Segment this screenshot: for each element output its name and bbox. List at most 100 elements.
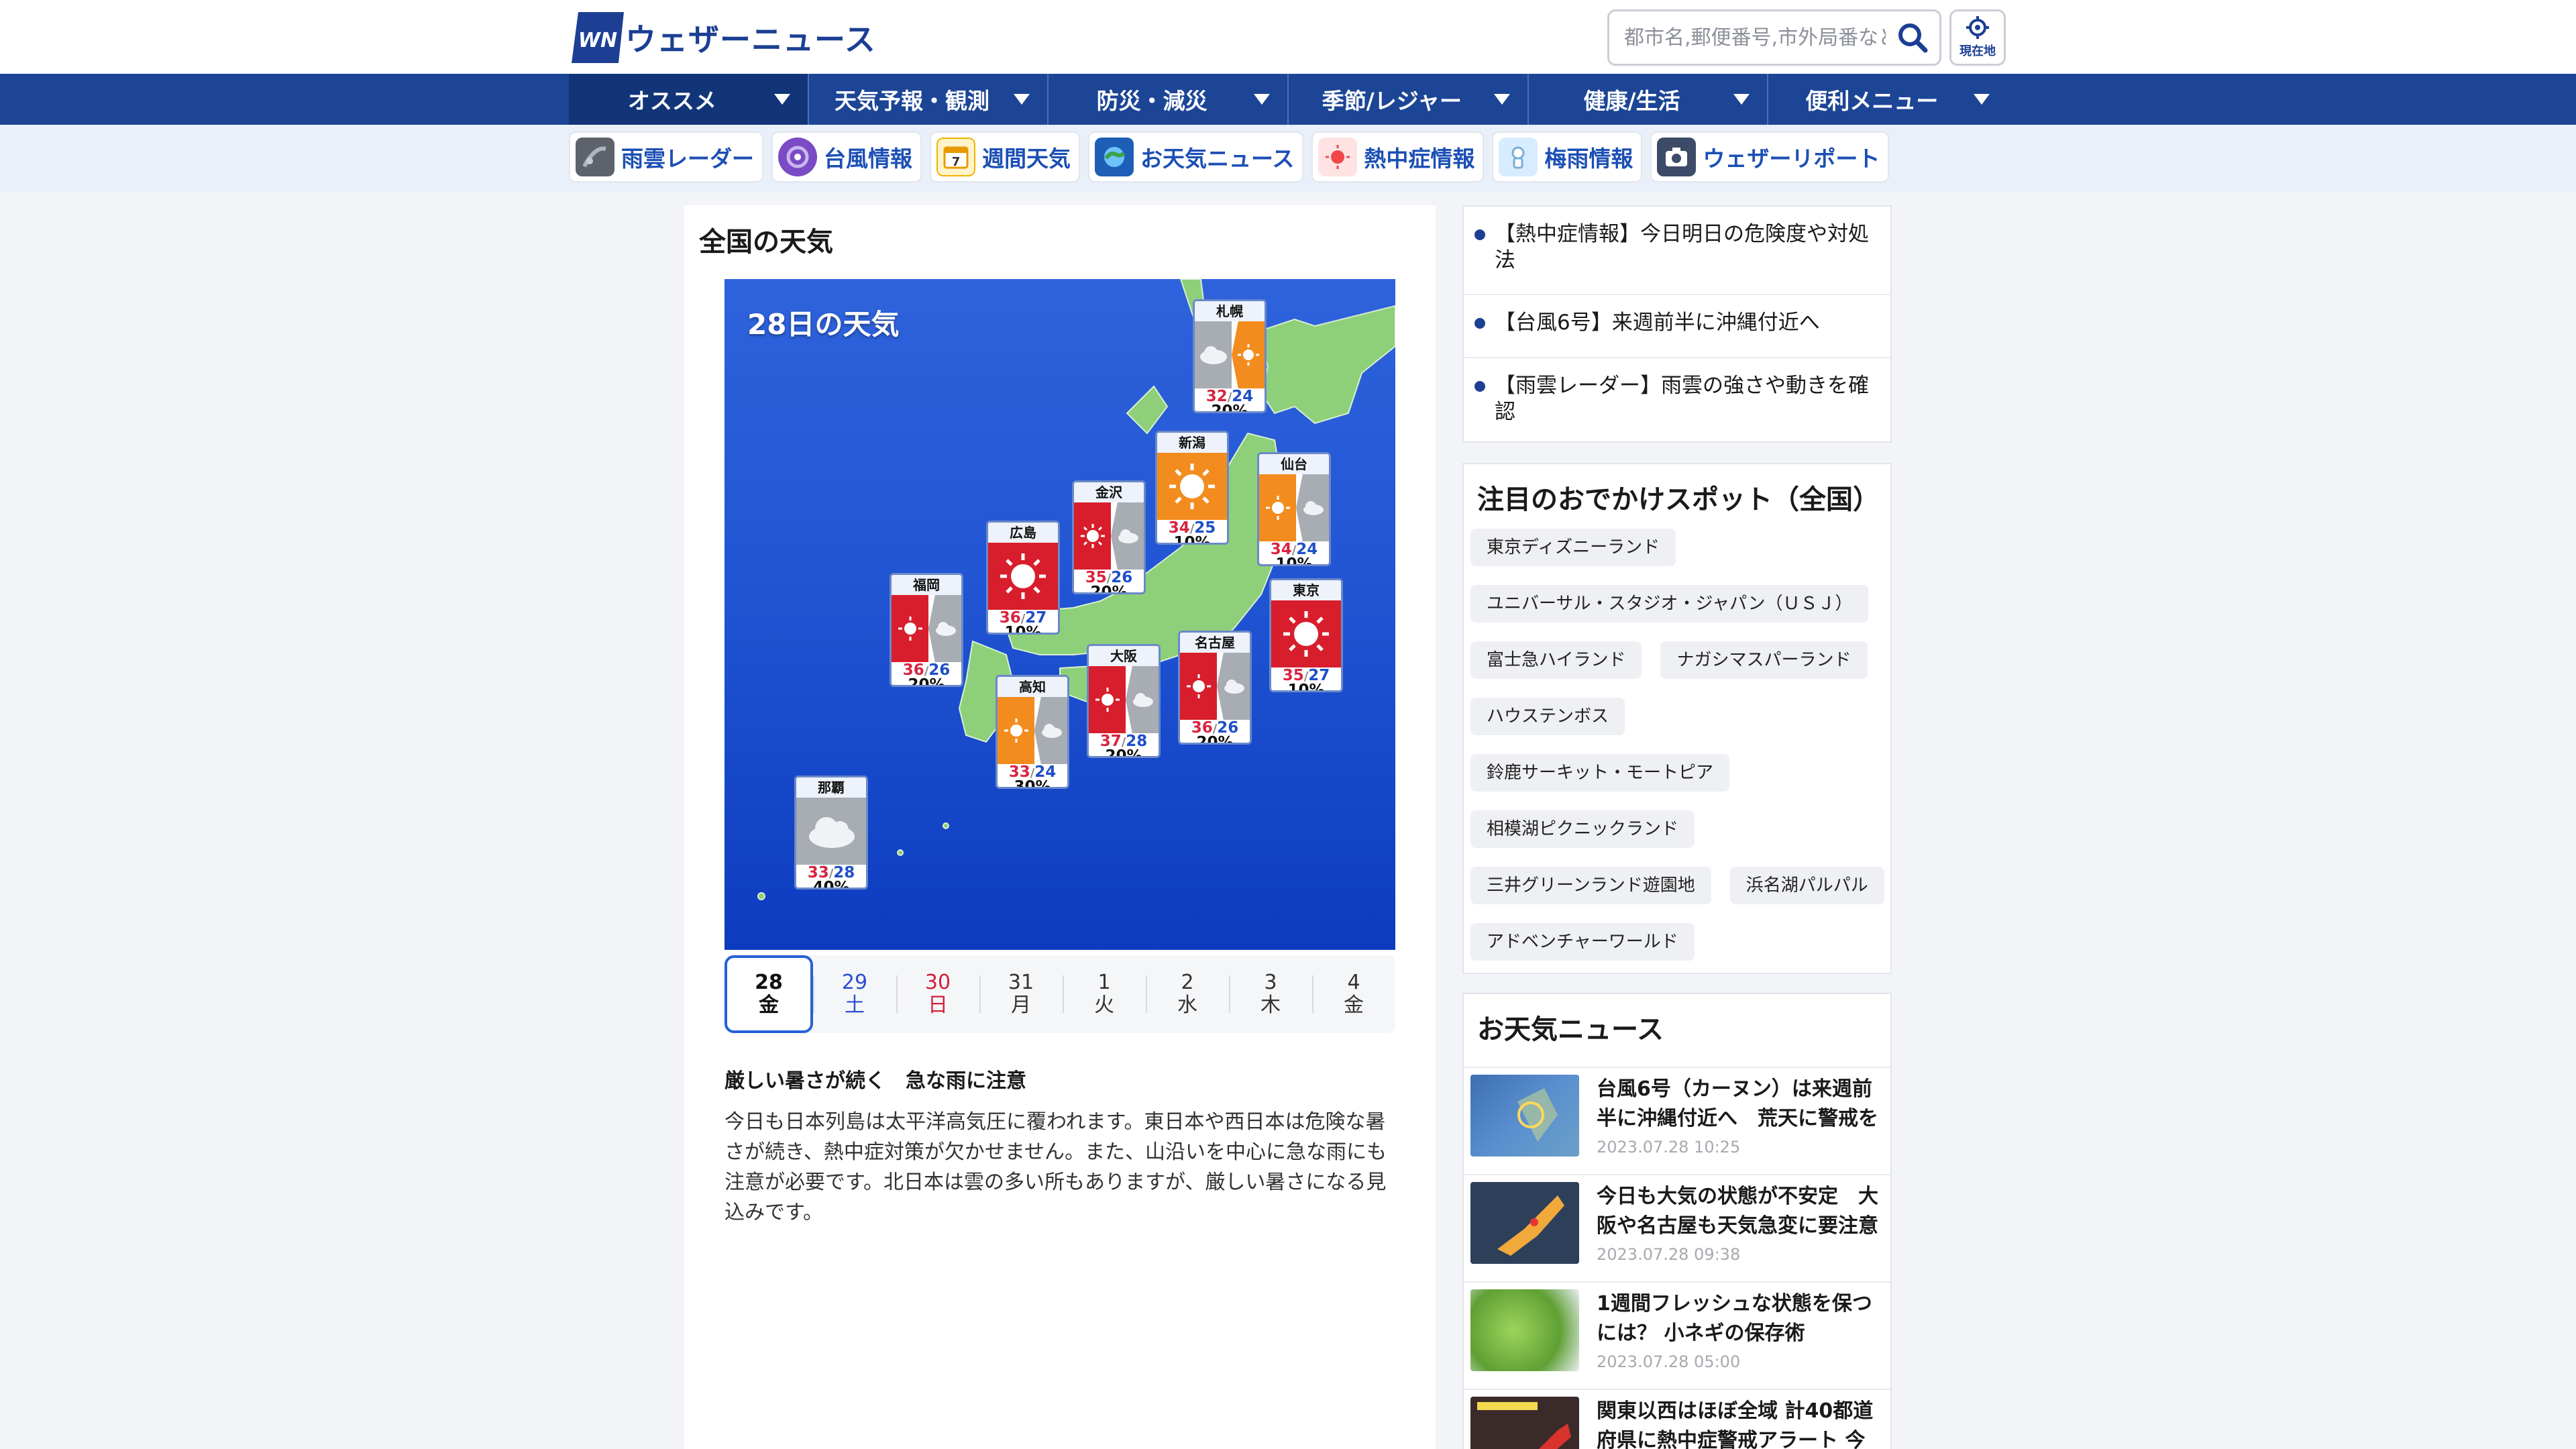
rainy-season-icon	[1499, 138, 1538, 176]
shortcut-rain-radar[interactable]: 雨雲レーダー	[569, 131, 763, 182]
news-item[interactable]: 関東以西はほぼ全域 計40都道府県に熱中症警戒アラート 今年	[1464, 1389, 1890, 1449]
nav-disaster[interactable]: 防災・減災	[1047, 74, 1287, 125]
city-panel-sendai[interactable]: 仙台 34/24 10%	[1257, 452, 1331, 566]
nav-label: 天気予報・観測	[835, 88, 989, 114]
shortcut-weather-news[interactable]: お天気ニュース	[1088, 131, 1304, 182]
city-panel-fukuoka[interactable]: 福岡 36/26 20%	[890, 573, 963, 687]
precip-probability: 20%	[1211, 402, 1248, 413]
topic-text: 【台風6号】来週前半に沖縄付近へ	[1495, 311, 1820, 335]
japan-weather-map[interactable]: 28日の天気 札幌 32/24 20% 新潟 34/25 10% 仙台 34/2…	[724, 279, 1395, 950]
rain-radar-icon	[576, 138, 614, 176]
nav-season-leisure[interactable]: 季節/レジャー	[1287, 74, 1527, 125]
city-panel-sapporo[interactable]: 札幌 32/24 20%	[1193, 299, 1267, 413]
date-tab[interactable]: 30 日	[896, 955, 979, 1033]
forecast-headline: 厳しい暑さが続く 急な雨に注意	[724, 1069, 1026, 1093]
spot-chip[interactable]: 相模湖ピクニックランド	[1470, 810, 1695, 848]
nav-forecast[interactable]: 天気予報・観測	[807, 74, 1048, 125]
hot-then-cloudy-icon	[1074, 502, 1144, 570]
spot-chip[interactable]: ユニバーサル・スタジオ・ジャパン（ＵＳＪ）	[1470, 585, 1869, 623]
search-button[interactable]	[1886, 11, 1939, 64]
news-headline: 関東以西はほぼ全域 計40都道府県に熱中症警戒アラート 今年	[1597, 1399, 1874, 1449]
site-header: WN ウェザーニュース 現在地	[0, 0, 2576, 74]
date-tab[interactable]: 29 土	[813, 955, 896, 1033]
date-tab[interactable]: 4金	[1312, 955, 1395, 1033]
spot-chip[interactable]: ハウステンボス	[1470, 698, 1625, 735]
spot-chip[interactable]: 富士急ハイランド	[1470, 641, 1642, 679]
date-tab[interactable]: 28 金	[724, 955, 813, 1033]
news-thumbnail-green-onion	[1470, 1289, 1579, 1371]
nav-label: 便利メニュー	[1805, 88, 1939, 114]
spot-chip[interactable]: 三井グリーンランド遊園地	[1470, 867, 1711, 904]
spot-chip[interactable]: 浜名湖パルパル	[1729, 867, 1884, 904]
city-panel-tokyo[interactable]: 東京 35/27 10%	[1269, 578, 1343, 692]
caret-down-icon	[1733, 94, 1750, 105]
city-panel-osaka[interactable]: 大阪 37/28 20%	[1087, 644, 1161, 758]
shortcut-label: 台風情報	[824, 146, 912, 172]
date-number: 31	[1008, 971, 1034, 994]
city-name: 広島	[988, 523, 1058, 543]
nav-useful-menu[interactable]: 便利メニュー	[1767, 74, 2007, 125]
spot-chip[interactable]: アドベンチャーワールド	[1470, 923, 1695, 961]
topic-link[interactable]: 【雨雲レーダー】雨雲の強さや動きを確認	[1464, 358, 1890, 444]
shortcut-weather-report[interactable]: ウェザーリポート	[1650, 131, 1890, 182]
svg-text:WN: WN	[578, 29, 617, 52]
weekday: 火	[1094, 994, 1114, 1017]
precip-probability: 20%	[1196, 734, 1234, 745]
main-nav: オススメ 天気予報・観測 防災・減災 季節/レジャー 健康/生活 便利メニュー	[0, 74, 2576, 125]
city-panel-naha[interactable]: 那覇 33/28 40%	[794, 775, 868, 890]
precip-probability: 10%	[1287, 682, 1325, 692]
search-box	[1607, 9, 1941, 66]
current-location-button[interactable]: 現在地	[1949, 9, 2006, 66]
city-panel-niigata[interactable]: 新潟 34/25 10%	[1155, 431, 1229, 545]
city-panel-kochi[interactable]: 高知 33/24 30%	[996, 675, 1069, 789]
precip-probability: 20%	[1105, 747, 1142, 758]
date-tab[interactable]: 1火	[1063, 955, 1146, 1033]
wni-logo-icon: WN	[572, 11, 624, 64]
spot-chip[interactable]: 鈴鹿サーキット・モートピア	[1470, 754, 1730, 792]
nav-label: 防災・減災	[1096, 88, 1208, 114]
nav-osusume[interactable]: オススメ	[569, 74, 808, 125]
topic-link[interactable]: 【台風6号】来週前半に沖縄付近へ	[1464, 295, 1890, 358]
spot-chip[interactable]: ナガシマスパーランド	[1660, 641, 1868, 679]
outing-spots: 注目のおでかけスポット（全国） 東京ディズニーランド ユニバーサル・スタジオ・ジ…	[1462, 463, 1892, 974]
shortcut-label: お天気ニュース	[1140, 146, 1295, 172]
site-logo[interactable]: WN ウェザーニュース	[572, 11, 876, 64]
shortcut-label: 熱中症情報	[1364, 146, 1475, 172]
news-item[interactable]: 1週間フレッシュな状態を保つには？ 小ネギの保存術 2023.07.28 05:…	[1464, 1281, 1890, 1389]
city-name: 仙台	[1259, 454, 1329, 474]
date-tab[interactable]: 31 月	[979, 955, 1063, 1033]
city-panel-kanazawa[interactable]: 金沢 35/26 20%	[1072, 480, 1146, 594]
weekday: 日	[928, 994, 948, 1017]
topic-link[interactable]: 【熱中症情報】今日明日の危険度や対処法	[1464, 207, 1890, 295]
spot-chip[interactable]: 東京ディズニーランド	[1470, 529, 1676, 566]
city-name: 名古屋	[1180, 633, 1250, 653]
shortcut-typhoon[interactable]: 台風情報	[771, 131, 922, 182]
news-item[interactable]: 台風6号（カーヌン）は来週前半に沖縄付近へ 荒天に警戒を 2023.07.28 …	[1464, 1067, 1890, 1174]
topic-text: 【熱中症情報】今日明日の危険度や対処法	[1495, 222, 1869, 272]
news-date: 2023.07.28 10:25	[1597, 1138, 1741, 1157]
caret-down-icon	[1014, 94, 1030, 105]
city-name: 高知	[998, 677, 1067, 697]
shortcut-weekly[interactable]: 7 週間天気	[930, 131, 1080, 182]
city-name: 福岡	[892, 575, 961, 595]
city-name: 東京	[1271, 580, 1341, 600]
shortcut-rainy-season[interactable]: 梅雨情報	[1492, 131, 1643, 182]
city-panel-hiroshima[interactable]: 広島 36/27 10%	[986, 521, 1060, 635]
hot-sunny-icon	[1271, 600, 1341, 667]
search-input[interactable]	[1609, 14, 1886, 61]
precip-probability: 10%	[1275, 555, 1313, 566]
camera-icon	[1657, 138, 1697, 176]
nav-health-life[interactable]: 健康/生活	[1527, 74, 1768, 125]
weekday: 金	[759, 994, 779, 1017]
typhoon-icon	[778, 138, 817, 176]
news-item[interactable]: 今日も大気の状態が不安定 大阪や名古屋も天気急変に要注意 2023.07.28 …	[1464, 1174, 1890, 1281]
date-tab[interactable]: 3木	[1229, 955, 1312, 1033]
city-name: 那覇	[796, 777, 866, 798]
date-number: 4	[1347, 971, 1360, 994]
cloudy-then-sunny-icon	[1195, 321, 1265, 388]
shortcut-heatstroke[interactable]: 熱中症情報	[1311, 131, 1485, 182]
date-tab[interactable]: 2水	[1146, 955, 1229, 1033]
city-panel-nagoya[interactable]: 名古屋 36/26 20%	[1178, 631, 1252, 745]
forecast-body: 今日も日本列島は太平洋高気圧に覆われます。東日本や西日本は危険な暑さが続き、熱中…	[724, 1110, 1387, 1224]
weekday: 金	[1344, 994, 1364, 1017]
